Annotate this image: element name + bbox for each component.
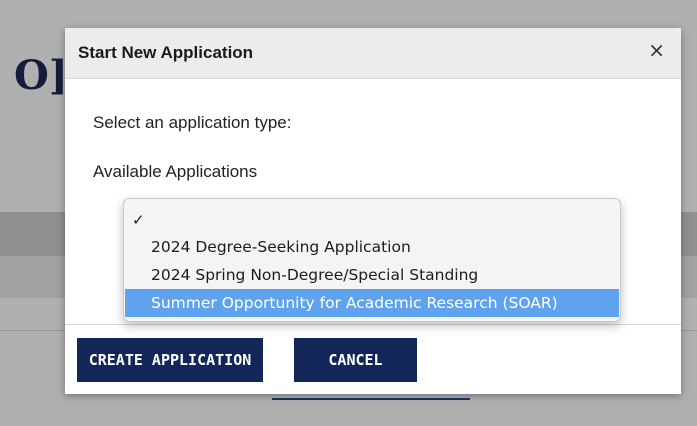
create-application-button[interactable]: CREATE APPLICATION <box>77 338 263 382</box>
select-option-non-degree[interactable]: 2024 Spring Non-Degree/Special Standing <box>124 261 620 289</box>
modal-header: Start New Application × <box>65 28 681 79</box>
application-type-prompt: Select an application type: <box>93 113 292 132</box>
application-select-dropdown[interactable]: ✓ 2024 Degree-Seeking Application 2024 S… <box>123 198 621 322</box>
option-label: Summer Opportunity for Academic Research… <box>151 294 558 312</box>
close-icon[interactable]: × <box>648 40 665 60</box>
modal-title: Start New Application <box>78 43 254 62</box>
checkmark-icon: ✓ <box>132 211 145 229</box>
select-option-soar[interactable]: Summer Opportunity for Academic Research… <box>125 289 619 317</box>
cancel-button[interactable]: CANCEL <box>294 338 417 382</box>
option-label: 2024 Spring Non-Degree/Special Standing <box>151 266 479 284</box>
option-label: 2024 Degree-Seeking Application <box>151 238 411 256</box>
available-applications-label: Available Applications <box>93 162 258 181</box>
select-option-degree-seeking[interactable]: 2024 Degree-Seeking Application <box>124 233 620 261</box>
modal-footer-divider <box>65 324 681 325</box>
select-option-blank[interactable]: ✓ <box>124 207 620 233</box>
